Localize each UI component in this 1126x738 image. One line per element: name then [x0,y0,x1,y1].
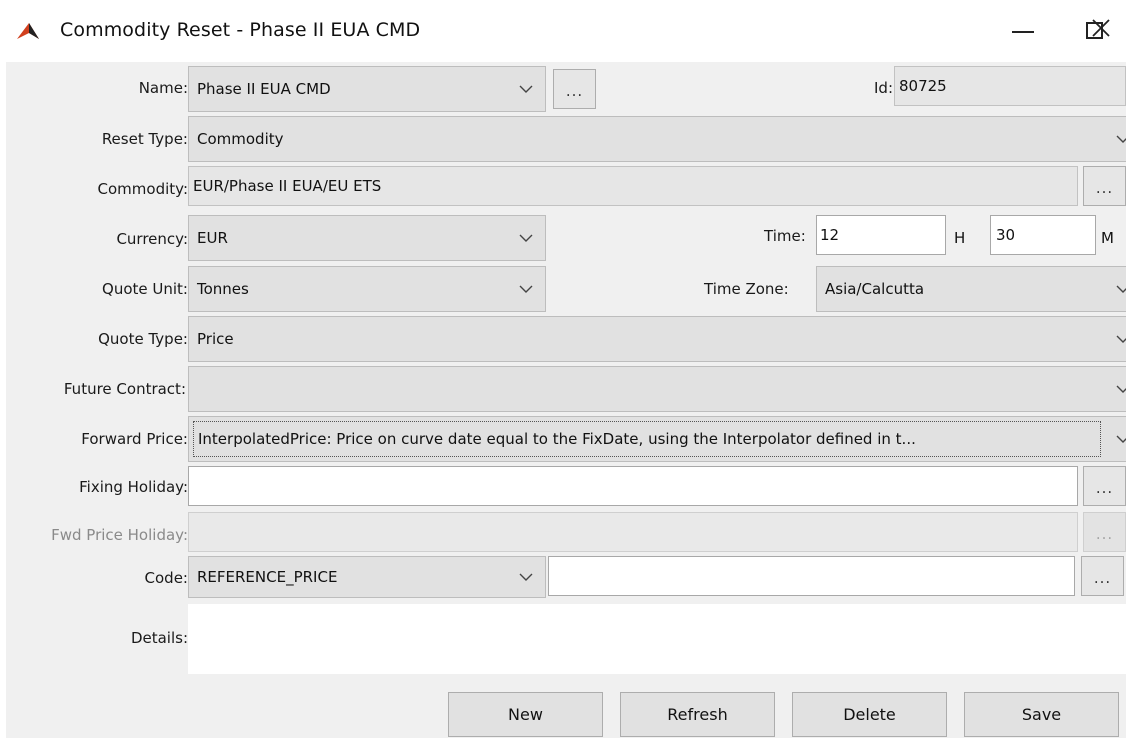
time-hours-field[interactable]: 12 [816,215,946,255]
quote-unit-dropdown[interactable]: Tonnes [188,266,546,312]
id-field: 80725 [894,66,1126,106]
forward-price-label: Forward Price: [81,430,188,448]
chevron-down-icon [519,85,533,93]
currency-label: Currency: [116,230,188,248]
chevron-down-icon [519,234,533,242]
forward-price-value: InterpolatedPrice: Price on curve date e… [198,430,916,448]
title-bar: Commodity Reset - Phase II EUA CMD [0,0,1126,62]
hours-unit-label: H [954,229,966,247]
time-hours-value: 12 [820,226,840,244]
time-zone-label: Time Zone: [704,280,789,298]
code-browse-button[interactable]: ... [1081,556,1124,596]
reset-type-value: Commodity [197,130,284,148]
chevron-down-icon [519,285,533,293]
chevron-down-icon [1116,335,1126,343]
code-text-field[interactable] [548,556,1075,596]
time-zone-value: Asia/Calcutta [825,280,925,298]
currency-dropdown[interactable]: EUR [188,215,546,261]
future-contract-dropdown[interactable] [188,366,1126,412]
time-zone-dropdown[interactable]: Asia/Calcutta [816,266,1126,312]
commodity-field[interactable]: EUR/Phase II EUA/EU ETS [188,166,1078,206]
quote-type-dropdown[interactable]: Price [188,316,1126,362]
fwd-price-holiday-label: Fwd Price Holiday: [51,526,188,544]
fwd-price-holiday-browse-button: ... [1083,512,1126,552]
commodity-browse-button[interactable]: ... [1083,166,1126,206]
chevron-down-icon [519,573,533,581]
future-contract-label: Future Contract: [63,380,186,398]
app-logo-icon [17,23,39,39]
quote-type-label: Quote Type: [98,330,188,348]
fixing-holiday-browse-button[interactable]: ... [1083,466,1126,506]
id-value: 80725 [899,77,947,95]
form-panel: Name: Phase II EUA CMD ... Id: 80725 Res… [6,62,1126,738]
commodity-label: Commodity: [97,180,188,198]
quote-unit-value: Tonnes [197,280,249,298]
fixing-holiday-field[interactable] [188,466,1078,506]
minimize-button[interactable] [1000,12,1046,48]
close-icon [1092,19,1110,37]
window-title: Commodity Reset - Phase II EUA CMD [60,19,421,41]
time-minutes-value: 30 [996,226,1016,244]
save-button[interactable]: Save [964,692,1119,737]
fixing-holiday-label: Fixing Holiday: [79,478,188,496]
chevron-down-icon [1116,285,1126,293]
code-dropdown[interactable]: REFERENCE_PRICE [188,556,546,598]
close-button[interactable] [1070,10,1126,46]
reset-type-dropdown[interactable]: Commodity [188,116,1126,162]
details-label: Details: [130,629,188,647]
minutes-unit-label: M [1101,229,1114,247]
time-label: Time: [764,227,806,245]
fwd-price-holiday-field [188,512,1078,552]
chevron-down-icon [1116,385,1126,393]
reset-type-label: Reset Type: [101,130,188,148]
quote-unit-label: Quote Unit: [102,280,188,298]
name-label: Name: [138,79,188,97]
quote-type-value: Price [197,330,234,348]
currency-value: EUR [197,229,228,247]
name-dropdown[interactable]: Phase II EUA CMD [188,66,546,112]
new-button[interactable]: New [448,692,603,737]
minimize-icon [1012,31,1034,33]
commodity-value: EUR/Phase II EUA/EU ETS [193,177,382,195]
id-label: Id: [874,79,893,97]
code-value: REFERENCE_PRICE [197,568,338,586]
time-minutes-field[interactable]: 30 [990,215,1096,255]
refresh-button[interactable]: Refresh [620,692,775,737]
delete-button[interactable]: Delete [792,692,947,737]
forward-price-dropdown[interactable]: InterpolatedPrice: Price on curve date e… [188,416,1126,462]
name-browse-button[interactable]: ... [553,69,596,109]
code-label: Code: [144,569,188,587]
chevron-down-icon [1116,135,1126,143]
chevron-down-icon [1116,435,1126,443]
name-value: Phase II EUA CMD [197,80,331,98]
details-textarea[interactable] [188,604,1126,674]
